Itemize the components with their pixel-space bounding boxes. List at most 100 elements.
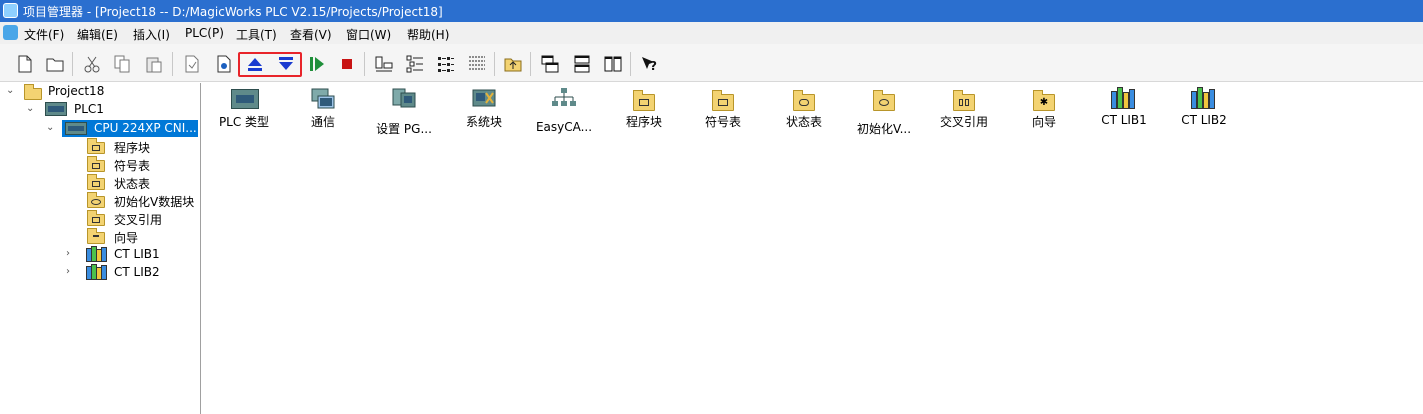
tree-node-symbol-table[interactable]: 符号表 (0, 156, 200, 173)
tree-label-plc: PLC1 (74, 102, 104, 116)
new-icon[interactable] (16, 55, 34, 73)
tree-node-plc[interactable]: ⌄ PLC1 (0, 101, 200, 118)
run-icon[interactable] (308, 55, 326, 73)
content-view: PLC 类型 通信 设置 PG... 系统块 EasyCA... 程序块 符号表… (202, 83, 1423, 414)
menu-insert[interactable]: 插入(I) (133, 26, 170, 43)
content-item-label: 交叉引用 (939, 115, 988, 129)
content-item-label: 设置 PG... (376, 122, 432, 136)
tree-node-wizard[interactable]: 向导 (0, 228, 200, 245)
content-item-communication[interactable]: 通信 (283, 87, 363, 133)
tree-node-cross-reference[interactable]: 交叉引用 (0, 210, 200, 227)
up-folder-icon[interactable] (504, 55, 522, 73)
menu-bar: 文件(F) 编辑(E) 插入(I) PLC(P) 工具(T) 查看(V) 窗口(… (0, 22, 1423, 44)
svg-text:?: ? (650, 59, 657, 73)
program-block-folder-icon (87, 138, 105, 154)
chevron-down-icon[interactable]: ⌄ (26, 104, 36, 114)
content-item-label: 初始化V... (856, 122, 912, 136)
content-item-label: 通信 (310, 115, 335, 129)
library-icon (86, 264, 107, 280)
symbol-table-folder-icon (87, 156, 105, 172)
app-icon (3, 3, 18, 18)
plc-type-icon (231, 89, 259, 109)
plc-icon (45, 102, 67, 116)
chevron-right-icon[interactable]: › (66, 249, 76, 259)
tree-node-program-block[interactable]: 程序块 (0, 138, 200, 155)
content-item-label: 向导 (1031, 115, 1056, 129)
cascade-icon[interactable] (541, 55, 559, 73)
content-item-label: CT LIB2 (1181, 113, 1227, 127)
program-block-icon (633, 90, 655, 111)
content-item-symbol-table[interactable]: 符号表 (683, 87, 763, 133)
document-icon[interactable] (3, 25, 18, 40)
menu-tools[interactable]: 工具(T) (236, 26, 277, 43)
content-item-easycan[interactable]: EasyCA... (524, 87, 604, 135)
wizard-folder-icon (87, 228, 105, 244)
copy-icon[interactable] (113, 55, 131, 73)
chevron-down-icon[interactable]: ⌄ (6, 86, 16, 96)
cross-reference-folder-icon (87, 210, 105, 226)
toolbar: ? (0, 44, 1423, 82)
menu-window[interactable]: 窗口(W) (346, 26, 391, 43)
content-item-label: CT LIB1 (1101, 113, 1147, 127)
tree-label: 状态表 (114, 177, 151, 191)
tree-label: 程序块 (114, 141, 151, 155)
cross-reference-icon (953, 90, 975, 111)
window-title: 项目管理器 - [Project18 -- D:/MagicWorks PLC … (23, 5, 443, 19)
paste-icon[interactable] (145, 55, 163, 73)
content-item-init-v[interactable]: 初始化V... (844, 87, 924, 136)
content-item-wizard[interactable]: ✱ 向导 (1004, 87, 1084, 133)
system-block-icon (472, 89, 496, 107)
chevron-right-icon[interactable]: › (66, 267, 76, 277)
content-item-program-block[interactable]: 程序块 (604, 87, 684, 133)
project-folder-icon (24, 84, 42, 100)
highlight-box (238, 52, 302, 77)
easycan-icon (552, 88, 576, 106)
tile-vertical-icon[interactable] (604, 55, 622, 73)
tile-horizontal-icon[interactable] (573, 55, 591, 73)
content-item-status-table[interactable]: 状态表 (764, 87, 844, 133)
large-icons-icon[interactable] (375, 55, 393, 73)
export-icon[interactable] (215, 55, 233, 73)
menu-help[interactable]: 帮助(H) (407, 26, 449, 43)
details-icon[interactable] (468, 55, 486, 73)
help-icon[interactable]: ? (640, 55, 658, 73)
open-icon[interactable] (46, 55, 64, 73)
data-block-folder-icon (87, 192, 105, 208)
list-icon[interactable] (437, 55, 455, 73)
import-icon[interactable] (183, 55, 201, 73)
content-item-ct-lib1[interactable]: CT LIB1 (1084, 87, 1164, 133)
menu-view[interactable]: 查看(V) (290, 26, 332, 43)
menu-file[interactable]: 文件(F) (24, 26, 64, 43)
tree-label: 符号表 (114, 159, 151, 173)
tree-node-project[interactable]: ⌄ Project18 (0, 83, 200, 100)
tree-node-data-block[interactable]: 初始化V数据块 (0, 192, 200, 209)
tree-node-lib2[interactable]: › CT LIB2 (0, 264, 200, 281)
menu-plc[interactable]: PLC(P) (185, 26, 224, 40)
tree-label: 向导 (114, 231, 139, 245)
content-item-ct-lib2[interactable]: CT LIB2 (1164, 87, 1244, 133)
cpu-icon (65, 122, 87, 135)
content-item-cross-reference[interactable]: 交叉引用 (924, 87, 1004, 133)
tree-node-cpu[interactable]: ⌄ CPU 224XP CNI... (0, 120, 200, 137)
init-v-icon (873, 90, 895, 111)
tree-label-project: Project18 (48, 84, 105, 98)
cut-icon[interactable] (83, 55, 101, 73)
content-item-plc-type[interactable]: PLC 类型 (204, 87, 284, 133)
set-pg-icon (392, 88, 416, 108)
content-item-set-pg[interactable]: 设置 PG... (364, 87, 444, 136)
chevron-down-icon[interactable]: ⌄ (46, 123, 56, 133)
symbol-table-icon (712, 90, 734, 111)
content-item-label: 程序块 (625, 115, 662, 129)
library-icon (1191, 87, 1215, 109)
status-table-folder-icon (87, 174, 105, 190)
small-icons-icon[interactable] (406, 55, 424, 73)
stop-icon[interactable] (338, 55, 356, 73)
tree-label: 初始化V数据块 (114, 195, 195, 209)
tree-node-lib1[interactable]: › CT LIB1 (0, 246, 200, 263)
library-icon (1111, 87, 1135, 109)
tree-node-status-table[interactable]: 状态表 (0, 174, 200, 191)
communication-icon (311, 88, 335, 109)
tree-label: CT LIB1 (114, 247, 160, 261)
menu-edit[interactable]: 编辑(E) (77, 26, 118, 43)
content-item-system-block[interactable]: 系统块 (444, 87, 524, 133)
